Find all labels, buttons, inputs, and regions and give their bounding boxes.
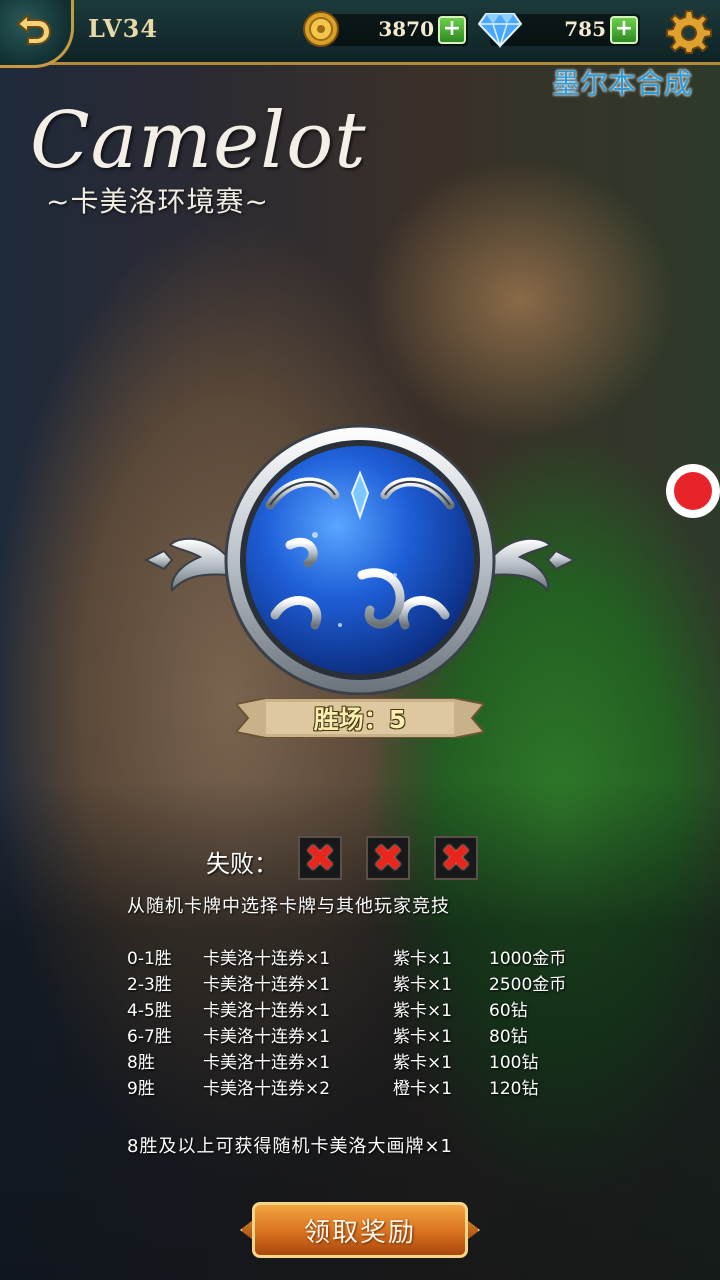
reward-card: 紫卡×1 [393,1053,453,1073]
claim-reward-button[interactable]: 领取奖励 [240,1196,480,1264]
scrolling-notice: 墨尔本合成 [552,67,693,100]
reward-wins: 8胜 [127,1053,155,1073]
reward-prize: 80钻 [489,1027,528,1047]
loss-mark-1: ✖ [298,836,342,880]
player-level: LV34 [88,14,159,43]
reward-tickets: 卡美洛十连券×2 [203,1079,331,1099]
reward-card: 紫卡×1 [393,949,453,969]
diamond-icon [478,13,522,48]
cross-icon: ✖ [304,836,336,880]
top-bar: LV34 3870 + 785 + [0,0,720,68]
loss-mark-3: ✖ [434,836,478,880]
coin-counter: 3870 + [318,14,468,46]
reward-prize: 120钻 [489,1079,539,1099]
cross-icon: ✖ [372,836,404,880]
reward-prize: 60钻 [489,1001,528,1021]
add-coins-button[interactable]: + [438,16,466,44]
bonus-note: 8胜及以上可获得随机卡美洛大画牌×1 [127,1136,453,1157]
loss-mark-2: ✖ [366,836,410,880]
cross-icon: ✖ [440,836,472,880]
coin-amount: 3870 [378,17,434,41]
coin-icon [303,11,339,47]
reward-wins: 6-7胜 [127,1027,172,1047]
reward-tickets: 卡美洛十连券×1 [203,1027,331,1047]
back-arrow-icon [16,12,52,45]
wins-value: 5 [388,705,407,734]
camelot-emblem [143,425,577,695]
reward-prize: 1000金币 [489,949,567,969]
reward-tickets: 卡美洛十连券×1 [203,975,331,995]
reward-wins: 2-3胜 [127,975,172,995]
back-button[interactable] [0,0,74,68]
wins-banner: 胜场：5 [236,698,484,738]
reward-card: 紫卡×1 [393,1001,453,1021]
reward-wins: 0-1胜 [127,949,172,969]
reward-prize: 2500金币 [489,975,567,995]
reward-tickets: 卡美洛十连券×1 [203,949,331,969]
gear-icon[interactable] [666,8,712,54]
event-description: 从随机卡牌中选择卡牌与其他玩家竞技 [127,896,450,917]
reward-prize: 100钻 [489,1053,539,1073]
reward-wins: 9胜 [127,1079,155,1099]
add-gems-button[interactable]: + [610,16,638,44]
reward-tickets: 卡美洛十连券×1 [203,1001,331,1021]
reward-wins: 4-5胜 [127,1001,172,1021]
wins-label: 胜场： [313,705,389,734]
event-title-chinese: ~卡美洛环境赛~ [46,185,269,218]
wins-count: 胜场：5 [236,700,484,736]
reward-card: 橙卡×1 [393,1079,453,1099]
reward-card: 紫卡×1 [393,1027,453,1047]
gem-amount: 785 [564,17,606,41]
record-icon[interactable] [666,464,720,518]
losses-label: 失败： [206,850,278,878]
reward-tickets: 卡美洛十连券×1 [203,1053,331,1073]
event-title-english: Camelot [30,96,367,186]
reward-card: 紫卡×1 [393,975,453,995]
claim-reward-label: 领取奖励 [303,1218,416,1248]
